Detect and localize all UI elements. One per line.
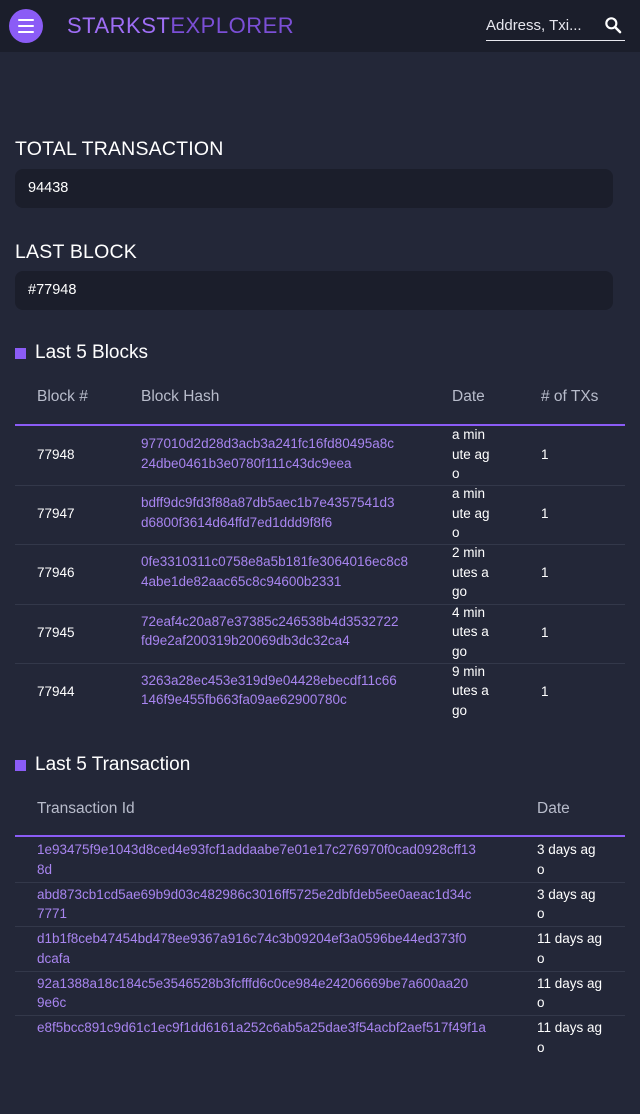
block-date-line2: ute ag	[452, 446, 490, 462]
transaction-date-line1: 3 days ag	[537, 886, 596, 902]
transaction-date-line2: o	[537, 861, 545, 877]
search-icon[interactable]	[603, 15, 623, 35]
col-tx-date: Date	[537, 800, 570, 817]
col-date: Date	[452, 388, 485, 405]
block-date-line3: o	[452, 466, 460, 481]
search-box	[486, 11, 625, 41]
row-divider	[15, 1015, 625, 1017]
blocks-section-title: Last 5 Blocks	[15, 342, 148, 364]
transaction-date-line2: o	[537, 995, 545, 1011]
block-date-line2: utes a	[452, 683, 489, 699]
transaction-id-link-line2[interactable]: 7771	[37, 904, 527, 924]
transaction-date-line1: 3 days ag	[537, 842, 596, 857]
block-tx-count: 1	[541, 506, 549, 522]
last-block-value: #77948	[15, 271, 613, 310]
transactions-section-title: Last 5 Transaction	[15, 754, 190, 776]
block-date-line2: ute ag	[452, 505, 490, 521]
block-tx-count: 1	[541, 447, 549, 462]
row-divider	[15, 485, 625, 487]
top-app-bar: STARKSTEXPLORER	[0, 0, 640, 52]
section-marker-icon	[15, 759, 26, 771]
transactions-title-text: Last 5 Transaction	[35, 754, 191, 775]
col-block-hash: Block Hash	[141, 388, 220, 405]
transaction-id-link-line1[interactable]: abd873cb1cd5ae69b9d03c482986c3016ff5725e…	[37, 885, 527, 905]
row-divider	[15, 970, 625, 972]
transaction-date-line1: 11 days ag	[537, 1020, 603, 1036]
transaction-date-line2: o	[537, 950, 545, 966]
transaction-date-line2: o	[537, 1039, 545, 1055]
blocks-header-divider	[15, 424, 625, 426]
block-date-line3: go	[452, 643, 468, 659]
menu-icon-bar	[18, 25, 34, 27]
col-tx-count: # of TXs	[541, 388, 599, 405]
transaction-date-line2: o	[537, 906, 545, 922]
total-transaction-label: TOTAL TRANSACTION	[15, 138, 224, 160]
menu-button[interactable]	[9, 9, 43, 43]
block-hash-link-line2[interactable]: fd9e2af200319b20069db3dc32ca4	[141, 631, 441, 651]
transaction-date-line1: 11 days ag	[537, 931, 603, 947]
block-date-line2: utes a	[452, 624, 489, 640]
block-date-line1: 9 min	[452, 663, 486, 679]
menu-icon-bar	[18, 19, 34, 21]
row-divider	[15, 926, 625, 928]
block-date-line1: 2 min	[452, 545, 486, 561]
block-hash-link-line2[interactable]: d6800f3614d64ffd7ed1ddd9f8f6	[141, 513, 441, 533]
row-divider	[15, 603, 625, 605]
transaction-id-link-line2[interactable]: 8d	[37, 860, 527, 880]
brand-logo[interactable]: STARKSTEXPLORER	[67, 12, 294, 40]
block-number[interactable]: 77945	[37, 625, 75, 640]
block-hash-link-line1[interactable]: bdff9dc9fd3f88a87db5aec1b7e4357541d3	[141, 493, 441, 513]
block-tx-count: 1	[541, 565, 549, 581]
col-block-number: Block #	[37, 388, 88, 405]
block-hash-link-line2[interactable]: 146f9e455fb663fa09ae62900780c	[141, 690, 441, 710]
block-date-line2: utes a	[452, 564, 489, 580]
row-divider	[15, 881, 625, 883]
block-number[interactable]: 77944	[37, 684, 75, 699]
block-date-line3: o	[452, 525, 460, 541]
block-date-line3: go	[452, 702, 468, 718]
block-number[interactable]: 77946	[37, 565, 75, 580]
block-date-line1: a min	[452, 427, 486, 442]
section-marker-icon	[15, 347, 26, 359]
block-number[interactable]: 77947	[37, 506, 75, 521]
block-hash-link-line2[interactable]: 24dbe0461b3e0780f111c43dc9eea	[141, 454, 441, 474]
block-hash-link-line1[interactable]: 0fe3310311c0758e8a5b181fe3064016ec8c8	[141, 552, 441, 572]
block-hash-link-line2[interactable]: 4abe1de82aac65c8c94600b2331	[141, 572, 441, 592]
transaction-id-link-line2[interactable]: 9e6c	[37, 993, 527, 1013]
block-number[interactable]: 77948	[37, 447, 75, 462]
block-hash-link-line1[interactable]: 3263a28ec453e319d9e04428ebecdf11c66	[141, 671, 441, 691]
last-block-label: LAST BLOCK	[15, 241, 137, 263]
row-divider	[15, 662, 625, 664]
transaction-id-link-line1[interactable]: 1e93475f9e1043d8ced4e93fcf1addaabe7e01e1…	[37, 840, 527, 860]
transaction-id-link-line1[interactable]: e8f5bcc891c9d61c1ec9f1dd6161a252c6ab5a25…	[37, 1018, 527, 1038]
block-tx-count: 1	[541, 683, 549, 699]
block-date-line3: go	[452, 584, 468, 600]
brand-part-2: EXPLORER	[170, 13, 295, 38]
blocks-title-text: Last 5 Blocks	[35, 342, 148, 363]
transaction-date-line1: 11 days ag	[537, 975, 603, 991]
block-hash-link-line1[interactable]: 72eaf4c20a87e37385c246538b4d3532722	[141, 612, 441, 632]
block-date-line1: 4 min	[452, 604, 486, 620]
total-transaction-value: 94438	[15, 169, 613, 208]
search-input[interactable]	[486, 13, 594, 37]
row-divider	[15, 544, 625, 546]
transaction-id-link-line2[interactable]: dcafa	[37, 949, 527, 969]
brand-part-1: STARKST	[67, 13, 171, 38]
transaction-id-link-line1[interactable]: d1b1f8ceb47454bd478ee9367a916c74c3b09204…	[37, 929, 527, 949]
block-hash-link-line1[interactable]: 977010d2d28d3acb3a241fc16fd80495a8c	[141, 434, 441, 454]
transaction-id-link-line1[interactable]: 92a1388a18c184c5e3546528b3fcfffd6c0ce984…	[37, 974, 527, 994]
transactions-header-divider	[15, 835, 625, 837]
block-tx-count: 1	[541, 624, 549, 640]
menu-icon-bar	[18, 31, 34, 33]
block-date-line1: a min	[452, 486, 486, 502]
col-transaction-id: Transaction Id	[37, 800, 135, 817]
